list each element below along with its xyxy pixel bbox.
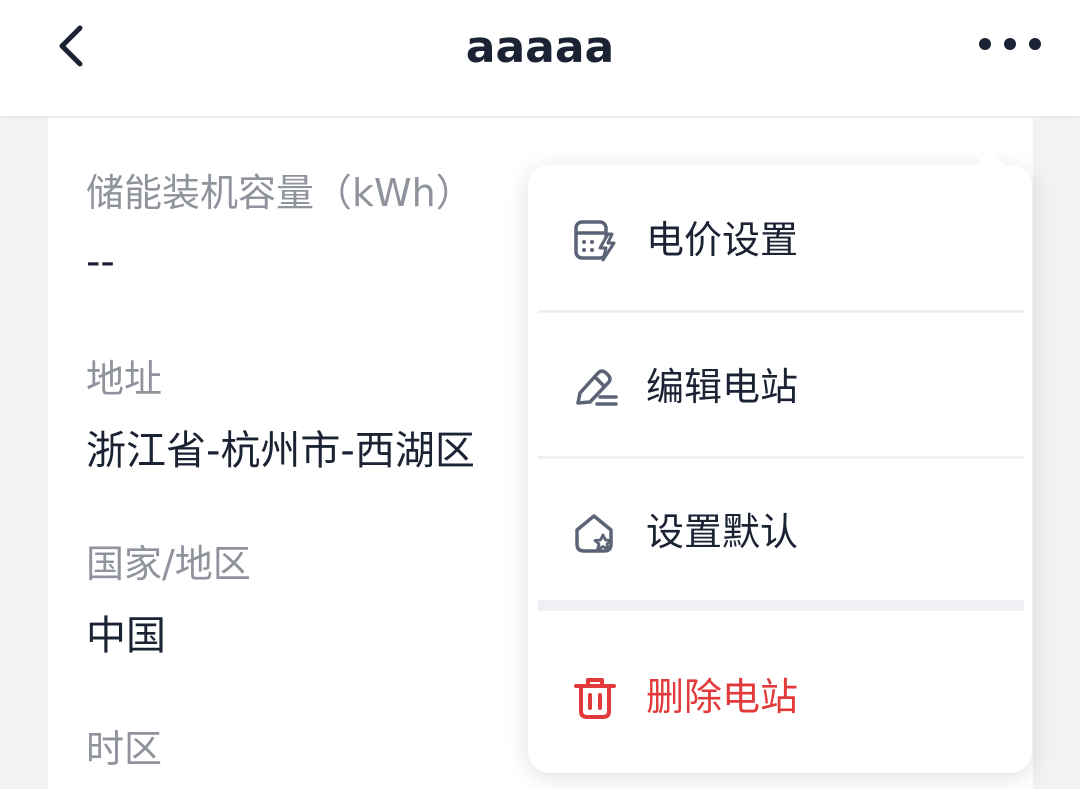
calculator-bolt-icon	[574, 220, 616, 262]
more-button[interactable]	[972, 22, 1052, 66]
trash-icon	[574, 678, 616, 719]
field-value: --	[86, 239, 115, 285]
field-label: 储能装机容量（kWh）	[86, 171, 474, 215]
menu-item-label: 电价设置	[646, 218, 799, 262]
more-dots-icon	[979, 38, 1041, 50]
menu-item-set-default[interactable]: 设置默认	[528, 482, 1032, 582]
menu-divider-thick	[538, 600, 1024, 611]
field-label: 地址	[86, 357, 163, 401]
field-timezone: 时区	[86, 724, 162, 774]
field-country: 国家/地区 中国	[86, 539, 251, 663]
menu-item-label: 编辑电站	[646, 365, 799, 409]
menu-item-delete-station[interactable]: 删除电站	[528, 647, 1032, 747]
menu-item-label: 删除电站	[646, 675, 799, 719]
pencil-edit-icon	[576, 369, 618, 406]
more-actions-menu: 电价设置 编辑电站 设置默认 删除电站	[528, 165, 1032, 773]
field-value: 浙江省-杭州市-西湖区	[86, 428, 475, 474]
menu-pointer	[974, 150, 1006, 166]
field-label: 国家/地区	[86, 542, 251, 586]
menu-item-label: 设置默认	[646, 510, 799, 554]
home-star-icon	[575, 514, 613, 553]
page-title: aaaaa	[465, 22, 615, 73]
field-capacity: 储能装机容量（kWh） --	[86, 168, 474, 289]
field-address: 地址 浙江省-杭州市-西湖区	[86, 354, 475, 478]
menu-item-price-settings[interactable]: 电价设置	[528, 190, 1032, 290]
field-value: 中国	[86, 613, 166, 659]
top-nav-bar: aaaaa	[0, 0, 1080, 116]
menu-item-edit-station[interactable]: 编辑电站	[528, 337, 1032, 437]
menu-divider	[538, 310, 1024, 313]
menu-divider	[538, 456, 1024, 459]
field-label: 时区	[86, 727, 163, 771]
